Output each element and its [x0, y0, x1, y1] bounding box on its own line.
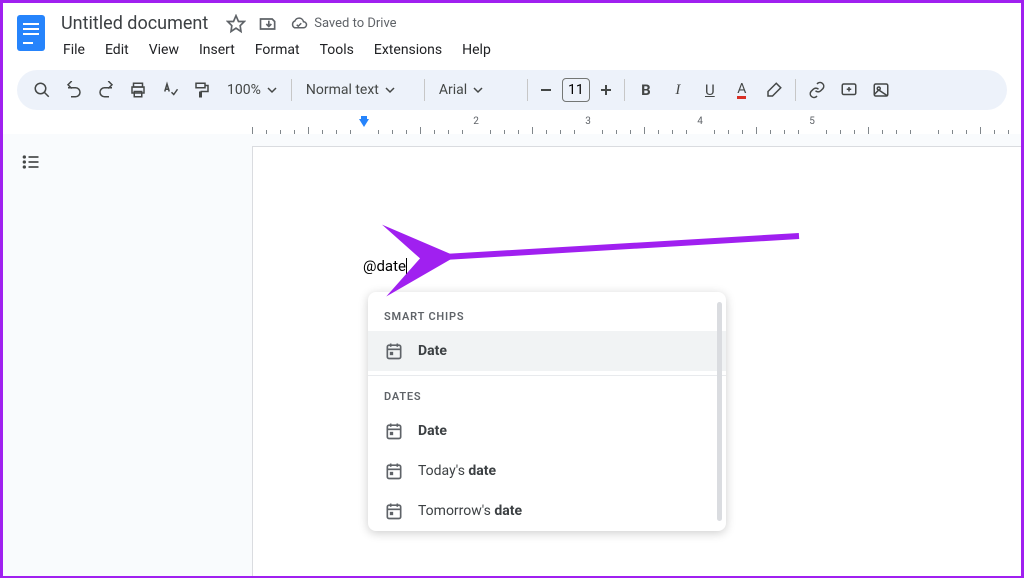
font-size-minus[interactable] — [534, 75, 558, 105]
search-icon[interactable] — [27, 75, 57, 105]
outline-toggle-icon[interactable] — [15, 146, 47, 178]
font-size-input[interactable] — [562, 78, 590, 102]
style-dropdown[interactable]: Normal text — [298, 75, 418, 105]
italic-icon[interactable]: I — [663, 75, 693, 105]
suggestion-section-header: DATES — [368, 380, 726, 411]
redo-icon[interactable] — [91, 75, 121, 105]
menu-file[interactable]: File — [55, 38, 93, 62]
suggestion-label: Tomorrow's date — [418, 503, 522, 519]
suggestion-section-header: SMART CHIPS — [368, 300, 726, 331]
suggestion-item[interactable]: Date — [368, 411, 726, 451]
calendar-icon — [384, 341, 404, 361]
document-text[interactable]: @date — [363, 257, 407, 275]
suggestion-label: Date — [418, 423, 447, 439]
insert-image-icon[interactable] — [866, 75, 896, 105]
suggestion-item[interactable]: Today's date — [368, 451, 726, 491]
save-status: Saved to Drive — [290, 15, 396, 33]
menu-edit[interactable]: Edit — [97, 38, 137, 62]
add-comment-icon[interactable] — [834, 75, 864, 105]
move-icon[interactable] — [258, 14, 278, 34]
menu-help[interactable]: Help — [454, 38, 499, 62]
suggestion-label: Today's date — [418, 463, 496, 479]
print-icon[interactable] — [123, 75, 153, 105]
suggestion-item[interactable]: Tomorrow's date — [368, 491, 726, 531]
menu-tools[interactable]: Tools — [312, 38, 362, 62]
calendar-icon — [384, 421, 404, 441]
document-title[interactable]: Untitled document — [55, 11, 214, 36]
highlight-color-icon[interactable] — [759, 75, 789, 105]
bold-icon[interactable]: B — [631, 75, 661, 105]
insert-link-icon[interactable] — [802, 75, 832, 105]
ruler[interactable]: 12345 — [252, 116, 1021, 134]
menubar: File Edit View Insert Format Tools Exten… — [55, 38, 1007, 62]
toolbar: 100% Normal text Arial B I U A — [17, 70, 1007, 110]
text-color-icon[interactable]: A — [727, 75, 757, 105]
document-page[interactable]: @date SMART CHIPS Date DATES Date Today's da… — [252, 146, 1021, 576]
suggestion-label: Date — [418, 343, 447, 359]
indent-marker[interactable] — [359, 119, 369, 127]
underline-icon[interactable]: U — [695, 75, 725, 105]
font-dropdown[interactable]: Arial — [431, 75, 521, 105]
popup-scrollbar[interactable] — [717, 302, 722, 521]
font-size-plus[interactable] — [594, 75, 618, 105]
zoom-dropdown[interactable]: 100% — [219, 75, 285, 105]
suggestion-item[interactable]: Date — [368, 331, 726, 371]
menu-view[interactable]: View — [141, 38, 187, 62]
smart-chip-suggestions: SMART CHIPS Date DATES Date Today's date Tomo… — [368, 292, 726, 531]
star-icon[interactable] — [226, 14, 246, 34]
menu-extensions[interactable]: Extensions — [366, 38, 450, 62]
cloud-icon — [290, 15, 308, 33]
calendar-icon — [384, 461, 404, 481]
spellcheck-icon[interactable] — [155, 75, 185, 105]
undo-icon[interactable] — [59, 75, 89, 105]
menu-insert[interactable]: Insert — [191, 38, 243, 62]
calendar-icon — [384, 501, 404, 521]
docs-logo[interactable] — [17, 15, 45, 51]
menu-format[interactable]: Format — [247, 38, 308, 62]
paint-format-icon[interactable] — [187, 75, 217, 105]
